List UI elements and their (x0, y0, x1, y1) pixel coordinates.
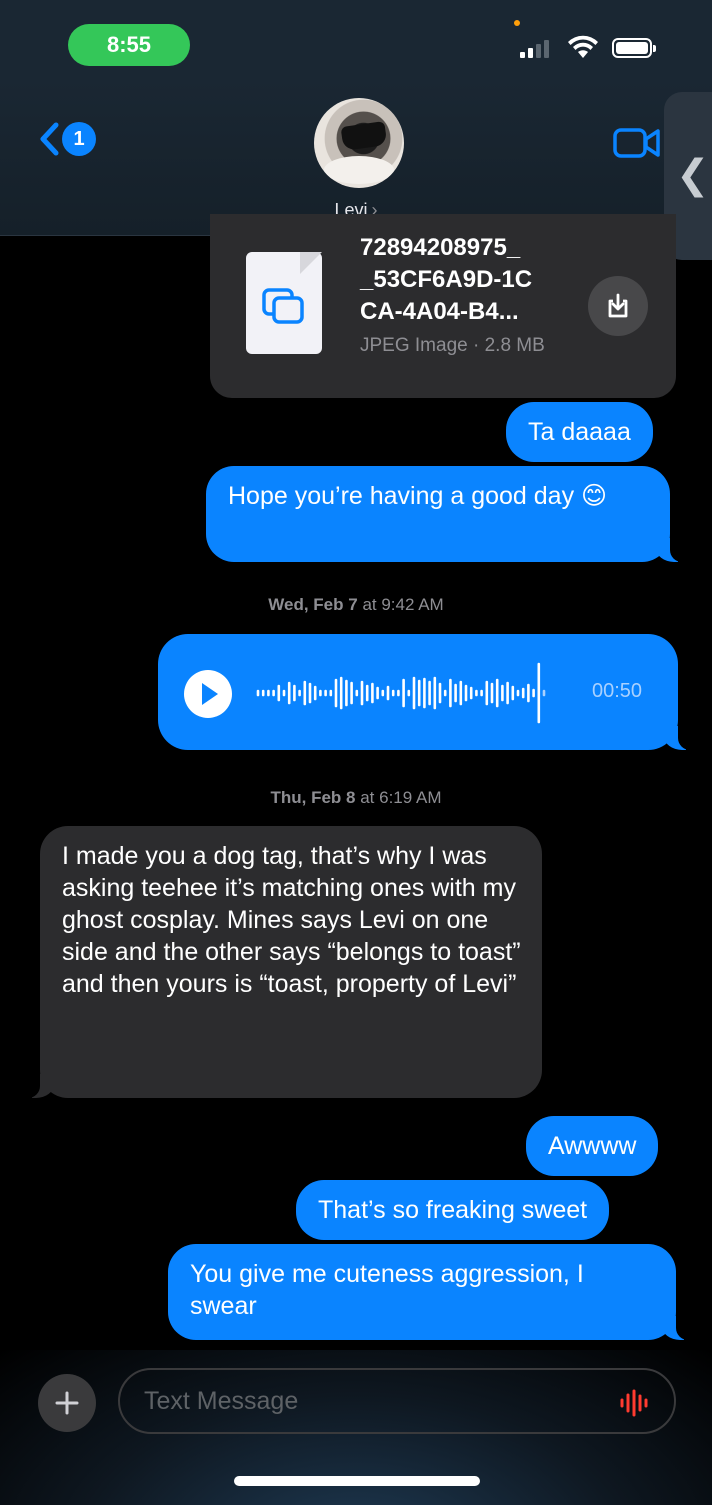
status-time[interactable]: 8:55 (68, 24, 190, 66)
audio-message-bubble[interactable]: 00:50 (158, 634, 698, 750)
audio-duration: 00:50 (592, 680, 643, 702)
sent-message[interactable]: Ta daaaa (506, 402, 653, 462)
play-icon[interactable] (184, 670, 232, 718)
cellular-signal-icon (520, 38, 549, 58)
conversation-header: 1 Levi › (0, 80, 712, 236)
plus-button[interactable] (38, 1374, 96, 1432)
battery-icon (612, 38, 656, 58)
download-icon (608, 293, 628, 318)
sent-message[interactable]: That’s so freaking sweet (296, 1180, 610, 1240)
audio-waveform[interactable] (254, 660, 584, 726)
message-input-bar (0, 1350, 712, 1505)
file-attachment-bubble[interactable]: 72894208975_ _53CF6A9D-1C CA-4A04-B4... … (210, 214, 676, 398)
plus-icon (55, 1391, 79, 1415)
wifi-icon (568, 35, 598, 58)
contact-avatar[interactable] (314, 98, 404, 188)
download-button[interactable] (588, 276, 648, 336)
document-image-icon (246, 252, 322, 354)
timestamp: Wed, Feb 7 at 9:42 AM (268, 595, 444, 614)
sent-message[interactable]: Hope you’re having a good day 😊 (206, 466, 690, 562)
file-meta: JPEG Image · 2.8 MB (360, 335, 545, 356)
received-message[interactable]: I made you a dog tag, that’s why I was a… (20, 826, 542, 1098)
message-text-field[interactable] (118, 1368, 676, 1434)
file-name: 72894208975_ _53CF6A9D-1C CA-4A04-B4... (360, 234, 533, 325)
home-indicator (234, 1476, 480, 1486)
video-camera-icon[interactable] (612, 126, 662, 160)
timestamp: Thu, Feb 8 at 6:19 AM (270, 788, 442, 807)
message-input[interactable] (144, 1384, 584, 1418)
unread-count-badge: 1 (62, 122, 96, 156)
chevron-left-icon: ❮ (676, 153, 710, 197)
audio-waveform-icon[interactable] (618, 1388, 650, 1418)
sent-message[interactable]: Awwww (526, 1116, 659, 1176)
privacy-indicator-dot (514, 20, 520, 26)
status-bar: 8:55 (0, 0, 712, 80)
sent-message[interactable]: You give me cuteness aggression, I swear (168, 1244, 696, 1340)
back-button[interactable]: 1 (38, 122, 96, 156)
chevron-left-icon (40, 122, 59, 156)
